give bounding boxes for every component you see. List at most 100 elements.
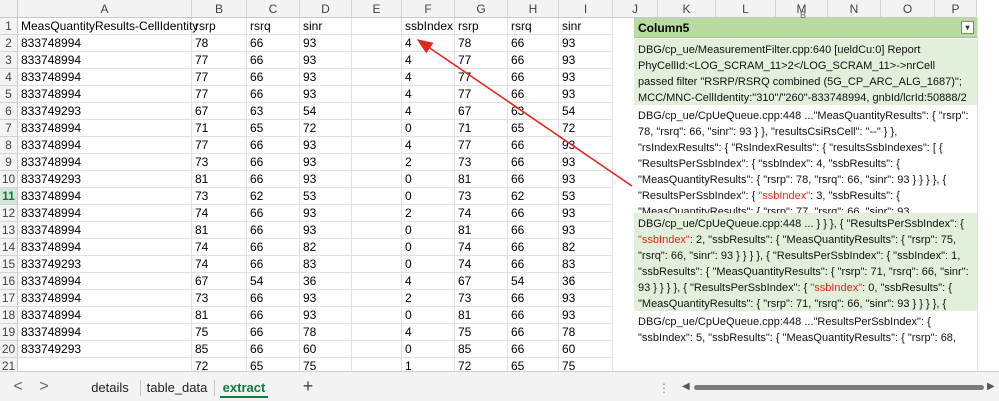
- table-cell[interactable]: 0: [402, 222, 455, 239]
- table-cell[interactable]: 93: [559, 69, 613, 86]
- table-cell[interactable]: 4: [402, 86, 455, 103]
- table-cell[interactable]: 93: [559, 35, 613, 52]
- table-cell[interactable]: 0: [402, 307, 455, 324]
- column5-text-cell[interactable]: DBG/cp_ue/CpUeQueue.cpp:448 ... } } }, {…: [634, 213, 977, 311]
- table-cell[interactable]: 77: [192, 69, 247, 86]
- table-cell[interactable]: 83: [300, 256, 352, 273]
- row-header[interactable]: 14: [0, 239, 18, 256]
- table-cell[interactable]: [352, 188, 402, 205]
- table-cell[interactable]: 66: [508, 341, 559, 358]
- table-cell[interactable]: 81: [455, 171, 508, 188]
- column-header-o[interactable]: O: [881, 0, 935, 18]
- table-cell[interactable]: 66: [247, 52, 300, 69]
- add-sheet-button[interactable]: +: [298, 377, 318, 397]
- table-cell[interactable]: 4: [402, 35, 455, 52]
- table-cell[interactable]: [352, 239, 402, 256]
- table-cell[interactable]: 73: [455, 154, 508, 171]
- row-header[interactable]: 15: [0, 256, 18, 273]
- row-header[interactable]: 4: [0, 69, 18, 86]
- row-header[interactable]: 19: [0, 324, 18, 341]
- table-cell[interactable]: 71: [192, 120, 247, 137]
- table-cell[interactable]: 2: [402, 290, 455, 307]
- column5-text-cell[interactable]: DBG/cp_ue/MeasurementFilter.cpp:640 [uel…: [634, 39, 977, 105]
- table-cell[interactable]: 77: [455, 137, 508, 154]
- column-header-i[interactable]: I: [559, 0, 613, 18]
- table-cell[interactable]: 75: [192, 324, 247, 341]
- split-handle-icon[interactable]: ⋮: [658, 381, 671, 395]
- table-cell[interactable]: 66: [508, 69, 559, 86]
- table-cell[interactable]: 78: [300, 324, 352, 341]
- table-cell[interactable]: 81: [455, 222, 508, 239]
- table-cell[interactable]: MeasQuantityResults-CellIdentity: [18, 18, 198, 35]
- next-sheet-icon[interactable]: >: [34, 377, 54, 397]
- table-cell[interactable]: 93: [300, 69, 352, 86]
- table-cell[interactable]: 2: [402, 205, 455, 222]
- table-cell[interactable]: 833748994: [18, 239, 192, 256]
- table-cell[interactable]: 74: [455, 256, 508, 273]
- table-cell[interactable]: 81: [192, 171, 247, 188]
- table-cell[interactable]: 66: [508, 137, 559, 154]
- table-cell[interactable]: 93: [559, 307, 613, 324]
- table-cell[interactable]: 833748994: [18, 273, 192, 290]
- table-cell[interactable]: 93: [300, 35, 352, 52]
- table-cell[interactable]: 0: [402, 171, 455, 188]
- table-cell[interactable]: 77: [192, 52, 247, 69]
- row-header[interactable]: 6: [0, 103, 18, 120]
- table-cell[interactable]: 66: [247, 86, 300, 103]
- table-cell[interactable]: 93: [559, 52, 613, 69]
- table-cell[interactable]: 77: [455, 52, 508, 69]
- table-cell[interactable]: 74: [455, 205, 508, 222]
- table-cell[interactable]: 75: [455, 324, 508, 341]
- table-cell[interactable]: 54: [508, 273, 559, 290]
- table-cell[interactable]: 4: [402, 69, 455, 86]
- table-cell[interactable]: 77: [455, 86, 508, 103]
- table-cell[interactable]: 77: [455, 69, 508, 86]
- table-cell[interactable]: 74: [192, 239, 247, 256]
- table-cell[interactable]: 66: [508, 171, 559, 188]
- table-cell[interactable]: 66: [247, 290, 300, 307]
- table-cell[interactable]: [352, 35, 402, 52]
- table-cell[interactable]: 66: [247, 205, 300, 222]
- table-cell[interactable]: 833748994: [18, 222, 192, 239]
- table-cell[interactable]: 66: [247, 35, 300, 52]
- column-header-l[interactable]: L: [716, 0, 776, 18]
- table-cell[interactable]: [352, 171, 402, 188]
- row-header[interactable]: 16: [0, 273, 18, 290]
- column-header-n[interactable]: N: [828, 0, 881, 18]
- table-cell[interactable]: 93: [300, 222, 352, 239]
- column-header-j[interactable]: J: [613, 0, 658, 18]
- table-cell[interactable]: 93: [300, 171, 352, 188]
- table-cell[interactable]: 60: [559, 341, 613, 358]
- table-cell[interactable]: 0: [402, 256, 455, 273]
- table-cell[interactable]: 66: [508, 239, 559, 256]
- table-cell[interactable]: 66: [508, 154, 559, 171]
- table-cell[interactable]: 62: [508, 188, 559, 205]
- horizontal-scrollbar[interactable]: [694, 385, 984, 390]
- table-cell[interactable]: 66: [247, 256, 300, 273]
- column-header-b[interactable]: B: [192, 0, 247, 18]
- table-cell[interactable]: 0: [402, 120, 455, 137]
- table-cell[interactable]: 54: [559, 103, 613, 120]
- table-cell[interactable]: [352, 18, 402, 35]
- column-header-g[interactable]: G: [455, 0, 508, 18]
- table-cell[interactable]: 833748994: [18, 137, 192, 154]
- table-cell[interactable]: 62: [247, 188, 300, 205]
- table-cell[interactable]: 93: [300, 52, 352, 69]
- table-cell[interactable]: 72: [300, 120, 352, 137]
- table-cell[interactable]: ssbIndex: [402, 18, 455, 35]
- table-cell[interactable]: 54: [300, 103, 352, 120]
- table-cell[interactable]: 66: [247, 69, 300, 86]
- table-cell[interactable]: 93: [559, 154, 613, 171]
- table-cell[interactable]: 74: [192, 256, 247, 273]
- table-cell[interactable]: 833749293: [18, 103, 192, 120]
- table-cell[interactable]: [352, 307, 402, 324]
- table-cell[interactable]: 66: [247, 154, 300, 171]
- table-cell[interactable]: [352, 86, 402, 103]
- column-header-h[interactable]: H: [508, 0, 559, 18]
- table-cell[interactable]: 66: [247, 307, 300, 324]
- table-cell[interactable]: 833748994: [18, 188, 192, 205]
- column-p-cells[interactable]: [977, 18, 999, 371]
- table-cell[interactable]: 833749293: [18, 171, 192, 188]
- table-cell[interactable]: [352, 324, 402, 341]
- table-cell[interactable]: 65: [247, 120, 300, 137]
